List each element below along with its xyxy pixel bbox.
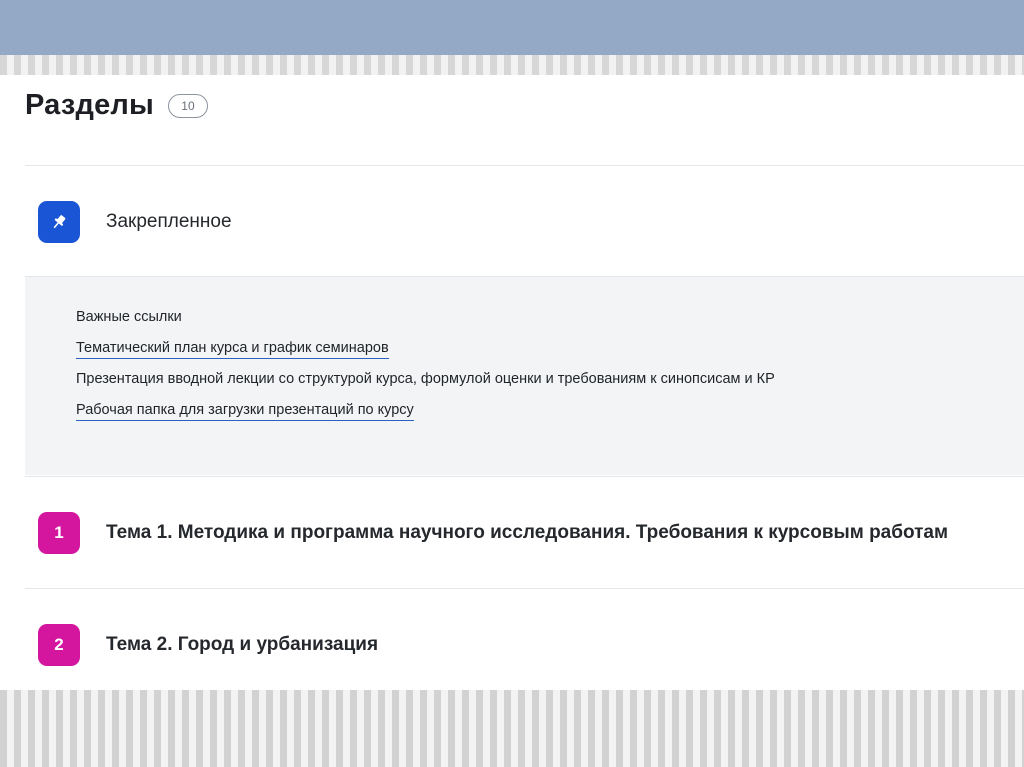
page-title: Разделы	[25, 89, 154, 121]
section-topic-1[interactable]: 1 Тема 1. Методика и программа научного …	[38, 512, 948, 554]
pinned-item-important-links: Важные ссылки	[76, 309, 182, 325]
divider	[25, 588, 1024, 589]
top-band	[0, 0, 1024, 55]
section-number-badge: 1	[38, 512, 80, 554]
sections-count-badge: 10	[167, 93, 208, 118]
title-row: Разделы 10	[25, 89, 208, 122]
sections-panel: Разделы 10 Закрепленное Важные ссылки Те…	[0, 75, 1024, 690]
divider	[25, 476, 1024, 477]
bottom-stripes	[0, 690, 1024, 767]
link-course-plan[interactable]: Тематический план курса и график семинар…	[76, 338, 775, 369]
pinned-content: Важные ссылки Тематический план курса и …	[25, 277, 1024, 475]
section-title: Тема 1. Методика и программа научного ис…	[106, 522, 949, 543]
divider	[25, 165, 1024, 166]
pinned-item-intro-presentation: Презентация вводной лекции со структурой…	[76, 371, 775, 387]
section-pinned[interactable]: Закрепленное	[38, 201, 232, 243]
section-title: Тема 2. Город и урбанизация	[106, 634, 379, 655]
top-stripes	[0, 55, 1024, 75]
pinned-link-list: Важные ссылки Тематический план курса и …	[76, 307, 775, 431]
link-work-folder[interactable]: Рабочая папка для загрузки презентаций п…	[76, 400, 775, 431]
pinned-section-title: Закрепленное	[106, 211, 232, 232]
pin-icon	[38, 201, 80, 243]
section-number-badge: 2	[38, 624, 80, 666]
section-topic-2[interactable]: 2 Тема 2. Город и урбанизация	[38, 624, 378, 666]
